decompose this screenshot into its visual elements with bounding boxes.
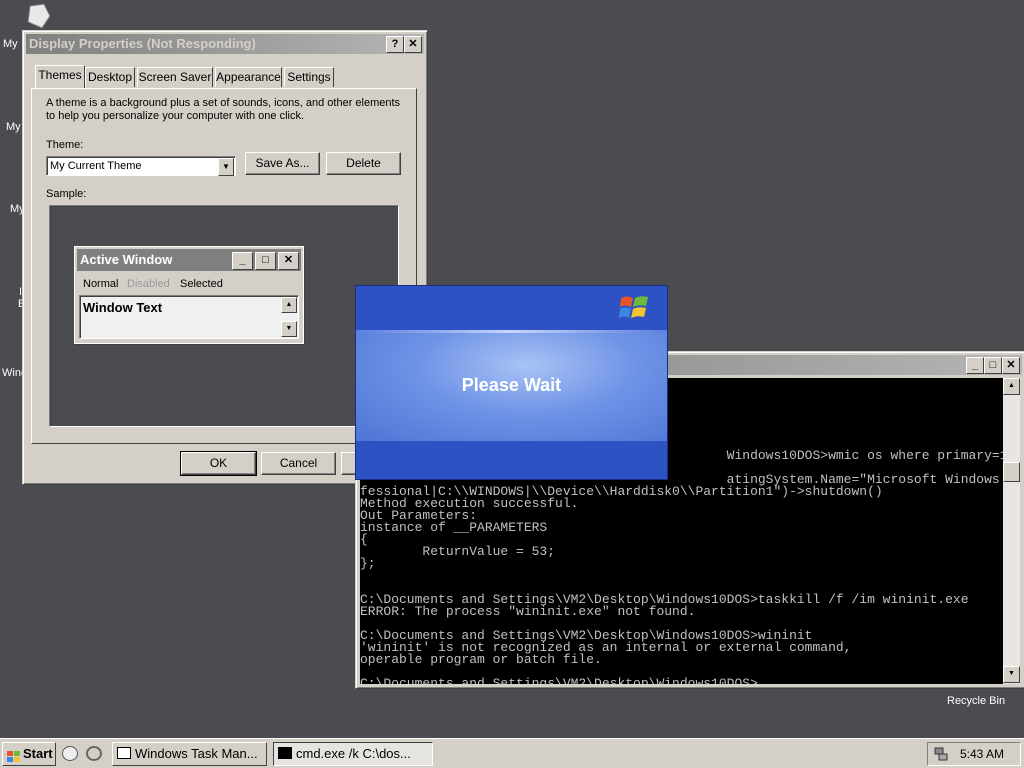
- sample-scroll-down-icon: ▼: [281, 321, 297, 337]
- console-line: operable program or batch file.: [360, 652, 602, 667]
- sample-label: Sample:: [46, 188, 87, 200]
- themes-description: A theme is a background plus a set of so…: [46, 97, 401, 122]
- chevron-down-icon[interactable]: ▼: [218, 158, 234, 176]
- clock[interactable]: 5:43 AM: [960, 747, 1004, 761]
- close-button[interactable]: ✕: [404, 36, 422, 53]
- my-documents-icon[interactable]: [24, 2, 52, 30]
- window-title: Display Properties (Not Responding): [29, 36, 256, 51]
- desktop-icon-label[interactable]: My: [3, 38, 18, 50]
- scroll-thumb[interactable]: [1003, 462, 1020, 482]
- theme-select[interactable]: My Current Theme ▼: [46, 156, 236, 176]
- sample-text-area: Window Text ▲ ▼: [79, 295, 299, 339]
- minimize-icon[interactable]: _: [966, 357, 984, 374]
- display-properties-titlebar[interactable]: Display Properties (Not Responding) ? ✕: [26, 34, 424, 54]
- help-button[interactable]: ?: [386, 36, 404, 53]
- maximize-icon[interactable]: □: [984, 357, 1002, 374]
- please-wait-body: Please Wait: [356, 333, 667, 441]
- sample-title: Active Window: [80, 252, 173, 267]
- taskbar-item-task-manager[interactable]: Windows Task Man...: [112, 742, 267, 766]
- tab-settings[interactable]: Settings: [284, 67, 334, 87]
- network-icon[interactable]: [934, 747, 948, 761]
- cmd-icon: [278, 747, 292, 759]
- tab-strip: Themes Desktop Screen Saver Appearance S…: [33, 65, 423, 88]
- taskbar: Start Windows Task Man... cmd.exe /k C:\…: [0, 738, 1024, 768]
- console-line: C:\Documents and Settings\VM2\Desktop\Wi…: [360, 676, 758, 684]
- sample-preview: Active Window _ □ ✕ Normal Disabled Sele…: [49, 205, 399, 427]
- close-icon[interactable]: ✕: [1002, 357, 1020, 374]
- console-line: };: [360, 556, 376, 571]
- console-line: ReturnValue = 53;: [360, 544, 556, 559]
- show-desktop-icon[interactable]: [62, 746, 78, 761]
- tab-desktop[interactable]: Desktop: [85, 67, 135, 87]
- ok-button[interactable]: OK: [180, 451, 257, 476]
- start-button[interactable]: Start: [2, 742, 56, 766]
- sample-menu-disabled: Disabled: [127, 278, 170, 290]
- sample-scroll-up-icon: ▲: [281, 297, 297, 313]
- recycle-bin-label[interactable]: Recycle Bin: [947, 695, 1005, 707]
- console-line: ERROR: The process "wininit.exe" not fou…: [360, 604, 696, 619]
- console-scrollbar[interactable]: ▲ ▼: [1003, 378, 1020, 684]
- task-label: Windows Task Man...: [135, 746, 258, 761]
- console-line: instance of __PARAMETERS: [360, 520, 548, 535]
- windows-flag-icon: [618, 292, 652, 324]
- theme-label: Theme:: [46, 139, 84, 151]
- theme-select-value: My Current Theme: [50, 160, 142, 172]
- sample-maximize-icon: □: [255, 252, 276, 270]
- tab-appearance[interactable]: Appearance: [215, 67, 282, 87]
- start-label: Start: [23, 746, 53, 761]
- windows-logo-icon: [7, 748, 21, 762]
- sample-titlebar: Active Window _ □ ✕: [77, 249, 301, 271]
- please-wait-text: Please Wait: [461, 375, 562, 395]
- please-wait-footer: [356, 441, 667, 479]
- sample-menu-normal: Normal: [83, 278, 119, 290]
- scroll-down-icon[interactable]: ▼: [1003, 666, 1020, 683]
- scroll-up-icon[interactable]: ▲: [1003, 378, 1020, 395]
- cancel-button[interactable]: Cancel: [261, 452, 336, 475]
- task-manager-icon: [117, 747, 131, 759]
- sample-active-window: Active Window _ □ ✕ Normal Disabled Sele…: [74, 246, 304, 344]
- tab-screen-saver[interactable]: Screen Saver: [137, 67, 213, 87]
- please-wait-dialog: Please Wait: [355, 285, 668, 480]
- please-wait-header: [356, 286, 667, 330]
- taskbar-item-cmd[interactable]: cmd.exe /k C:\dos...: [273, 742, 433, 766]
- task-label: cmd.exe /k C:\dos...: [296, 746, 411, 761]
- sample-menu-selected: Selected: [180, 278, 223, 290]
- delete-button[interactable]: Delete: [326, 152, 401, 175]
- sample-close-icon: ✕: [278, 252, 299, 270]
- sample-window-text: Window Text: [83, 300, 163, 315]
- internet-explorer-icon[interactable]: [86, 746, 102, 761]
- system-tray: 5:43 AM: [927, 742, 1021, 766]
- sample-minimize-icon: _: [232, 252, 253, 270]
- desktop-icon-label[interactable]: My: [6, 121, 21, 133]
- tab-themes[interactable]: Themes: [35, 65, 85, 88]
- save-as-button[interactable]: Save As...: [245, 152, 320, 175]
